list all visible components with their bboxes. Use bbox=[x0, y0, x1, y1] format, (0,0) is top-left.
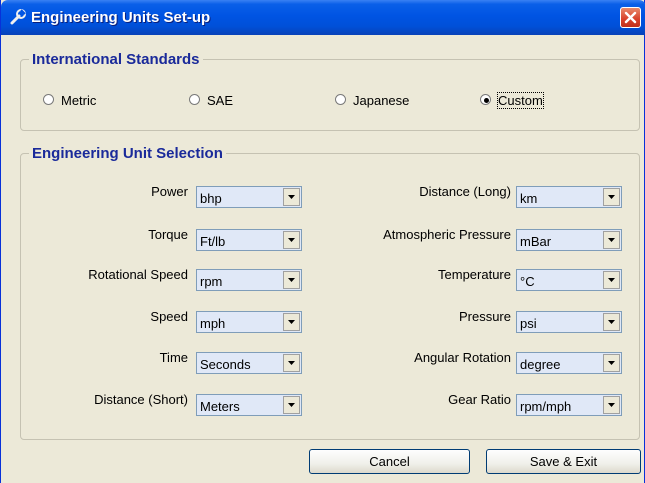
window-title: Engineering Units Set-up bbox=[31, 9, 211, 26]
atmospheric-pressure-select[interactable]: mBar bbox=[516, 229, 622, 251]
international-standards-group: International Standards bbox=[20, 51, 640, 131]
save-exit-button[interactable]: Save & Exit bbox=[486, 449, 641, 474]
radio-sae-label: SAE bbox=[207, 93, 234, 108]
angular-rotation-select[interactable]: degree bbox=[516, 352, 622, 374]
angular-rotation-label: Angular Rotation bbox=[414, 350, 511, 365]
cancel-button[interactable]: Cancel bbox=[309, 449, 470, 474]
radio-circle bbox=[43, 94, 54, 105]
temperature-select[interactable]: °C bbox=[516, 269, 622, 291]
atmospheric-pressure-value: mBar bbox=[520, 234, 552, 249]
dropdown-arrow-icon[interactable] bbox=[603, 271, 620, 289]
engineering-unit-selection-legend: Engineering Unit Selection bbox=[32, 145, 223, 162]
dropdown-arrow-icon[interactable] bbox=[603, 313, 620, 331]
title-bar[interactable]: Engineering Units Set-up bbox=[1, 0, 645, 35]
temperature-label: Temperature bbox=[438, 267, 511, 282]
radio-selected-dot bbox=[484, 98, 489, 103]
gear-ratio-select[interactable]: rpm/mph bbox=[516, 394, 622, 416]
angular-rotation-value: degree bbox=[520, 357, 561, 372]
distance-long-label: Distance (Long) bbox=[419, 184, 511, 199]
wrench-icon bbox=[9, 8, 27, 26]
international-standards-legend: International Standards bbox=[32, 51, 200, 68]
gear-ratio-value: rpm/mph bbox=[520, 399, 572, 414]
radio-japanese-label: Japanese bbox=[353, 93, 410, 108]
distance-long-select[interactable]: km bbox=[516, 186, 622, 208]
pressure-select[interactable]: psi bbox=[516, 311, 622, 333]
dialog-window: Engineering Units Set-up International S… bbox=[0, 0, 645, 483]
distance-long-value: km bbox=[520, 191, 538, 206]
dropdown-arrow-icon[interactable] bbox=[603, 231, 620, 249]
dropdown-arrow-icon[interactable] bbox=[603, 188, 620, 206]
close-icon bbox=[624, 11, 637, 24]
radio-circle bbox=[480, 94, 491, 105]
pressure-label: Pressure bbox=[458, 309, 511, 324]
atmospheric-pressure-label: Atmospheric Pressure bbox=[383, 227, 511, 242]
radio-metric-label: Metric bbox=[61, 93, 97, 108]
dropdown-arrow-icon[interactable] bbox=[603, 354, 620, 372]
temperature-value: °C bbox=[520, 274, 535, 289]
pressure-value: psi bbox=[520, 316, 537, 331]
gear-ratio-label: Gear Ratio bbox=[448, 392, 511, 407]
radio-circle bbox=[335, 94, 346, 105]
close-button[interactable] bbox=[620, 7, 641, 28]
dropdown-arrow-icon[interactable] bbox=[603, 396, 620, 414]
radio-custom-label: Custom bbox=[497, 92, 544, 109]
radio-circle bbox=[189, 94, 200, 105]
